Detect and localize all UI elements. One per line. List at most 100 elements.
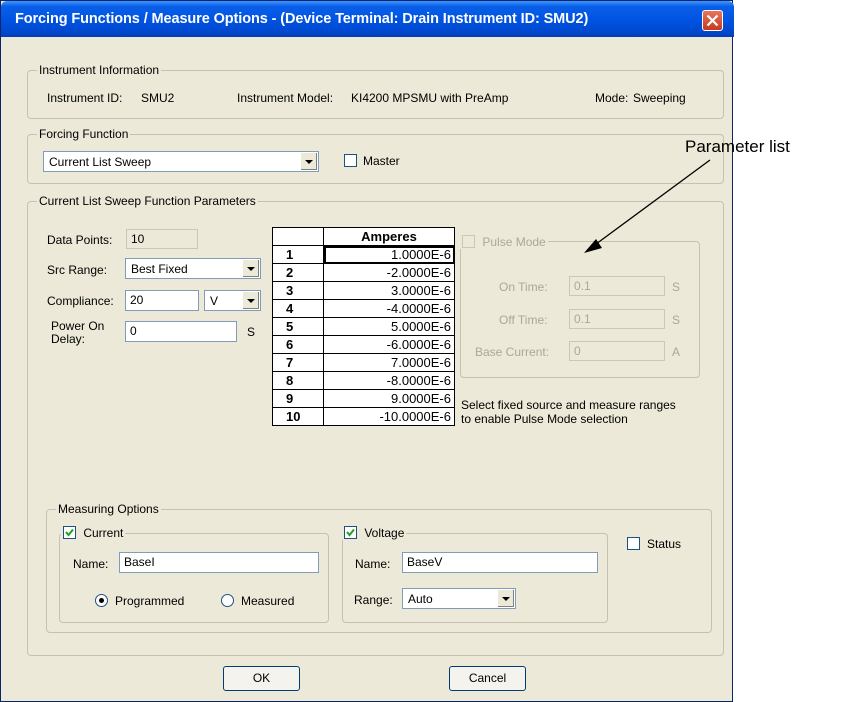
current-legend: Current — [61, 526, 126, 540]
chevron-down-icon[interactable] — [242, 260, 259, 277]
power-on-delay-label-1: Power On — [51, 319, 105, 333]
voltage-checkbox[interactable] — [344, 526, 357, 539]
dialog-window: Forcing Functions / Measure Options - (D… — [0, 0, 734, 702]
ok-button[interactable]: OK — [223, 666, 300, 691]
status-label: Status — [647, 537, 682, 551]
row-number: 5 — [272, 317, 324, 336]
current-checkbox[interactable] — [63, 526, 76, 539]
current-group — [59, 533, 329, 623]
off-time-unit: S — [672, 313, 681, 327]
table-row[interactable]: 7 7.0000E-6 — [272, 353, 455, 372]
on-time-label: On Time: — [499, 280, 548, 294]
voltage-name-label: Name: — [355, 557, 391, 571]
table-row[interactable]: 1 1.0000E-6 — [272, 245, 455, 264]
range-select[interactable]: Auto — [402, 588, 516, 609]
master-checkbox[interactable] — [344, 154, 357, 167]
row-number: 1 — [272, 245, 324, 264]
cancel-button[interactable]: Cancel — [449, 666, 526, 691]
measured-label: Measured — [241, 594, 295, 608]
amperes-cell[interactable]: 1.0000E-6 — [323, 245, 455, 264]
master-label: Master — [363, 154, 400, 168]
amperes-cell[interactable]: 9.0000E-6 — [323, 389, 455, 408]
table-row[interactable]: 4 -4.0000E-6 — [272, 299, 455, 318]
checkmark-icon — [65, 528, 74, 537]
amperes-cell[interactable]: 7.0000E-6 — [323, 353, 455, 372]
chevron-down-icon[interactable] — [242, 292, 259, 309]
table-row[interactable]: 9 9.0000E-6 — [272, 389, 455, 408]
table-row[interactable]: 10 -10.0000E-6 — [272, 407, 455, 426]
amperes-cell[interactable]: 3.0000E-6 — [323, 281, 455, 300]
checkmark-icon — [346, 528, 355, 537]
instrument-id-value: SMU2 — [141, 91, 175, 105]
compliance-unit-select[interactable]: V — [204, 290, 261, 311]
row-number: 9 — [272, 389, 324, 408]
row-number: 4 — [272, 299, 324, 318]
data-points-field: 10 — [126, 229, 198, 249]
instrument-information-legend: Instrument Information — [37, 63, 162, 77]
sweep-parameters-legend: Current List Sweep Function Parameters — [37, 194, 258, 208]
instrument-model-value: KI4200 MPSMU with PreAmp — [351, 91, 509, 105]
instrument-id-label: Instrument ID: — [47, 91, 123, 105]
voltage-name-input[interactable]: BaseV — [402, 552, 598, 573]
forcing-function-select[interactable]: Current List Sweep — [43, 151, 319, 172]
compliance-value: 20 — [130, 293, 144, 307]
annotation-arrow-icon — [584, 159, 711, 253]
current-name-input[interactable]: BaseI — [119, 552, 319, 573]
amperes-cell[interactable]: -8.0000E-6 — [323, 371, 455, 390]
base-current-value: 0 — [574, 344, 581, 358]
voltage-legend: Voltage — [342, 526, 407, 540]
amperes-header: Amperes — [323, 227, 455, 246]
close-button[interactable] — [702, 10, 723, 31]
compliance-label: Compliance: — [47, 294, 114, 308]
on-time-input[interactable]: 0.1 — [569, 276, 665, 296]
chevron-down-icon[interactable] — [497, 590, 514, 607]
current-name-value: BaseI — [124, 555, 155, 569]
row-number: 6 — [272, 335, 324, 354]
amperes-cell[interactable]: -2.0000E-6 — [323, 263, 455, 282]
current-label: Current — [83, 526, 124, 540]
power-on-delay-input[interactable]: 0 — [125, 321, 237, 342]
amperes-cell[interactable]: 5.0000E-6 — [323, 317, 455, 336]
compliance-input[interactable]: 20 — [125, 290, 199, 311]
row-number: 10 — [272, 407, 324, 426]
power-on-delay-value: 0 — [130, 324, 137, 338]
pulse-note-line2: to enable Pulse Mode selection — [461, 412, 628, 426]
table-row[interactable]: 3 3.0000E-6 — [272, 281, 455, 300]
amperes-cell[interactable]: -6.0000E-6 — [323, 335, 455, 354]
pulse-mode-checkbox[interactable] — [462, 235, 475, 248]
programmed-radio[interactable] — [95, 594, 108, 607]
power-on-delay-unit: S — [247, 325, 256, 339]
parameter-list-table[interactable]: Amperes 1 1.0000E-6 2 -2.0000E-6 3 3.0000E-… — [272, 227, 455, 426]
row-number: 2 — [272, 263, 324, 282]
base-current-input[interactable]: 0 — [569, 341, 665, 361]
off-time-input[interactable]: 0.1 — [569, 309, 665, 329]
parameter-list-annotation: Parameter list — [685, 137, 790, 156]
on-time-value: 0.1 — [574, 279, 591, 293]
src-range-select[interactable]: Best Fixed — [125, 258, 261, 279]
src-range-label: Src Range: — [47, 263, 108, 277]
on-time-unit: S — [672, 280, 681, 294]
instrument-model-label: Instrument Model: — [237, 91, 334, 105]
title-bar[interactable]: Forcing Functions / Measure Options - (D… — [1, 1, 734, 37]
pulse-mode-label: Pulse Mode — [482, 235, 546, 249]
chevron-down-icon[interactable] — [300, 153, 317, 170]
table-row[interactable]: 2 -2.0000E-6 — [272, 263, 455, 282]
status-checkbox[interactable] — [627, 537, 640, 550]
table-row[interactable]: 6 -6.0000E-6 — [272, 335, 455, 354]
power-on-delay-label-2: Delay: — [51, 332, 86, 346]
table-header-row: Amperes — [272, 227, 455, 246]
range-label: Range: — [354, 593, 393, 607]
src-range-value: Best Fixed — [131, 262, 188, 276]
amperes-cell[interactable]: -10.0000E-6 — [323, 407, 455, 426]
base-current-label: Base Current: — [475, 345, 550, 359]
table-row[interactable]: 5 5.0000E-6 — [272, 317, 455, 336]
measured-radio[interactable] — [221, 594, 234, 607]
forcing-function-legend: Forcing Function — [37, 127, 131, 141]
table-row[interactable]: 8 -8.0000E-6 — [272, 371, 455, 390]
amperes-cell[interactable]: -4.0000E-6 — [323, 299, 455, 318]
measuring-options-legend: Measuring Options — [56, 502, 161, 516]
row-number: 3 — [272, 281, 324, 300]
off-time-value: 0.1 — [574, 312, 591, 326]
compliance-unit-value: V — [210, 294, 219, 308]
voltage-group — [342, 533, 608, 623]
